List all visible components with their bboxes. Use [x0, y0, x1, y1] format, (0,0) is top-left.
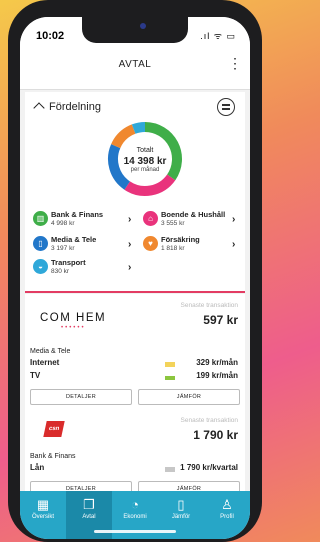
category-name: Transport	[51, 258, 86, 267]
category-amount: 3 197 kr	[51, 245, 75, 252]
distribution-toggle[interactable]: Fördelning	[33, 101, 101, 114]
total-label: Totalt	[136, 147, 154, 154]
category-insurance[interactable]: ♥ Försäkring 1 818 kr	[143, 235, 243, 253]
tab-overview[interactable]: ▦ Översikt	[20, 491, 66, 539]
phone-icon: ▯	[33, 236, 48, 251]
compare-button[interactable]: JÄMFÖR	[138, 389, 240, 405]
latest-label: Senaste transaktion	[180, 302, 238, 309]
donut-segment	[131, 122, 146, 134]
chevron-right-icon[interactable]: ›	[128, 262, 131, 273]
category-name: Bank & Finans	[51, 210, 104, 219]
chevron-right-icon[interactable]: ›	[232, 214, 235, 225]
home-indicator	[94, 530, 176, 533]
category-amount: 830 kr	[51, 268, 70, 275]
category-bank[interactable]: ▥ Bank & Finans 4 998 kr	[33, 210, 133, 228]
distribution-card: Fördelning Totalt 14 398 kr per månad ▥ …	[25, 92, 245, 293]
row-value: 1 790 kr/kvartal	[180, 463, 238, 472]
donut-segment	[111, 124, 136, 149]
total-sub: per månad	[130, 167, 160, 173]
row-value: 329 kr/mån	[196, 358, 238, 367]
category-amount: 1 818 kr	[161, 245, 185, 252]
tab-label: Avtal	[82, 514, 96, 520]
screen: 10:02 .ıl ᯤ ▭ AVTAL ⋮ Fördelning Totalt …	[20, 17, 250, 539]
chevron-right-icon[interactable]: ›	[232, 239, 235, 250]
camera-icon	[140, 23, 146, 29]
grid-icon: ▦	[36, 497, 50, 512]
row-name: TV	[30, 371, 41, 380]
documents-icon: ❐	[83, 497, 95, 512]
contract-category: Bank & Finans	[30, 453, 76, 460]
notch	[82, 17, 188, 43]
car-icon: ◒	[33, 259, 48, 274]
category-amount: 3 555 kr	[161, 220, 185, 227]
category-name: Media & Tele	[51, 235, 97, 244]
tab-label: Profil	[220, 514, 234, 520]
chevron-right-icon[interactable]: ›	[128, 214, 131, 225]
category-amount: 4 998 kr	[51, 220, 75, 227]
donut-center: Totalt 14 398 kr per månad	[105, 147, 185, 173]
comhem-logo: COM HEM	[40, 312, 107, 324]
tab-label: Översikt	[31, 514, 54, 520]
price-indicator	[165, 464, 175, 472]
latest-amount: 597 kr	[203, 313, 238, 327]
category-media[interactable]: ▯ Media & Tele 3 197 kr	[33, 235, 133, 253]
tab-profile[interactable]: ♙ Profil	[204, 491, 250, 539]
more-icon[interactable]: ⋮	[228, 55, 242, 72]
distribution-header: Fördelning	[49, 101, 101, 113]
chevron-right-icon[interactable]: ›	[128, 239, 131, 250]
csn-logo: csn	[43, 421, 65, 437]
status-icons: .ıl ᯤ ▭	[200, 31, 236, 41]
bar-chart-icon: ▥	[33, 211, 48, 226]
category-transport[interactable]: ◒ Transport 830 kr	[33, 258, 133, 276]
heart-icon: ♥	[143, 236, 158, 251]
person-icon: ♙	[221, 497, 233, 512]
row-name: Lån	[30, 463, 45, 472]
comhem-logo-dots: ••••••	[61, 325, 86, 331]
latest-amount: 1 790 kr	[193, 428, 238, 442]
total-value: 14 398 kr	[123, 156, 167, 167]
price-indicator	[165, 359, 175, 367]
bars-icon: ▯	[177, 497, 185, 512]
details-button[interactable]: DETALJER	[30, 389, 132, 405]
house-icon: ⌂	[143, 211, 158, 226]
chevron-up-icon	[33, 102, 45, 114]
row-name: Internet	[30, 358, 60, 367]
category-housing[interactable]: ⌂ Boende & Hushåll 3 555 kr	[143, 210, 243, 228]
price-indicator	[165, 372, 175, 380]
row-value: 199 kr/mån	[196, 371, 238, 380]
contract-category: Media & Tele	[30, 348, 71, 355]
tab-label: Jämför	[171, 514, 191, 520]
contract-card-comhem[interactable]: COM HEM •••••• Senaste transaktion 597 k…	[25, 294, 245, 421]
pie-icon: ◔	[131, 497, 139, 512]
nav-bar: AVTAL ⋮	[20, 45, 250, 90]
category-name: Försäkring	[161, 235, 200, 244]
menu-icon[interactable]	[217, 98, 235, 116]
tab-label: Ekonomi	[123, 514, 147, 520]
status-time: 10:02	[36, 30, 65, 42]
latest-label: Senaste transaktion	[180, 417, 238, 424]
page-title: AVTAL	[118, 59, 152, 70]
donut-segment	[124, 174, 176, 196]
category-name: Boende & Hushåll	[161, 210, 226, 219]
